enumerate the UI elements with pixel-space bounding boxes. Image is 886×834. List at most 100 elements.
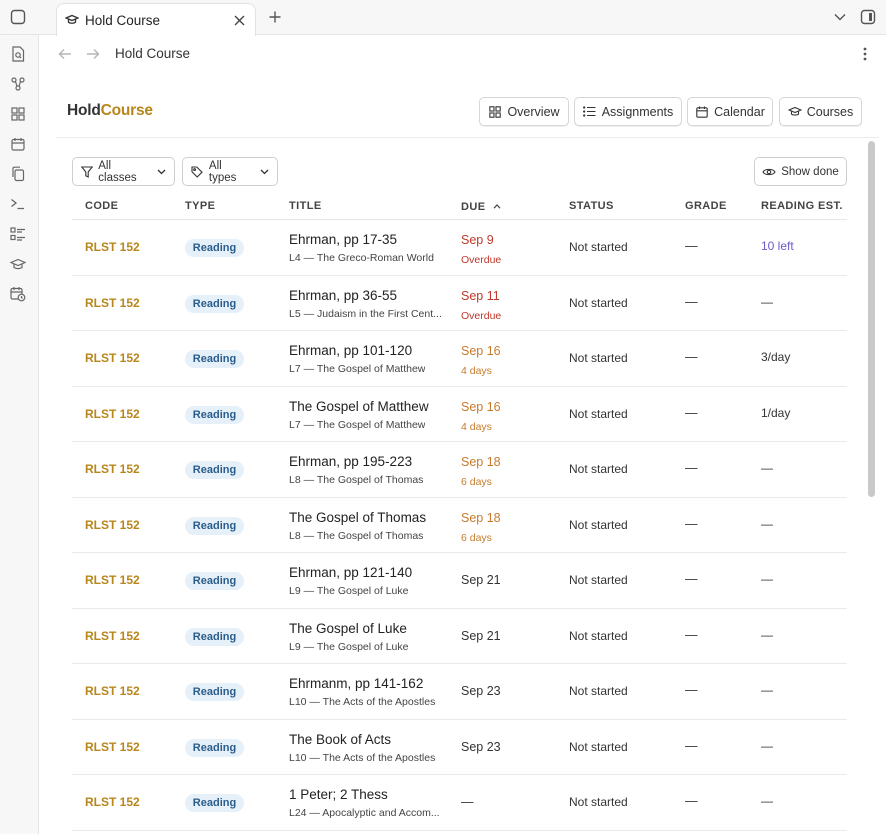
column-header-grade[interactable]: GRADE [685, 200, 727, 212]
assignments-button[interactable]: Assignments [574, 97, 682, 126]
tag-icon [191, 165, 204, 178]
table-row[interactable]: RLST 152 Reading Ehrman, pp 195-223 L8 — Th… [72, 442, 847, 498]
column-header-due[interactable]: DUE [461, 200, 501, 213]
reading-estimate: — [761, 627, 773, 642]
table-row[interactable]: RLST 152 Reading Ehrman, pp 36-55 L5 — Juda… [72, 276, 847, 331]
chevron-down-icon[interactable] [830, 7, 850, 27]
assignment-title[interactable]: The Book of Acts [289, 732, 391, 747]
course-code[interactable]: RLST 152 [85, 407, 140, 421]
tab-hold-course[interactable]: Hold Course [56, 3, 256, 36]
due-date: — [461, 795, 474, 809]
table-row[interactable]: RLST 152 Reading The Book of Acts L10 — The… [72, 720, 847, 775]
courses-button[interactable]: Courses [779, 97, 862, 126]
assignment-title[interactable]: Ehrman, pp 121-140 [289, 565, 412, 580]
status-value[interactable]: Not started [569, 629, 628, 643]
assignment-title[interactable]: Ehrman, pp 101-120 [289, 343, 412, 358]
course-code[interactable]: RLST 152 [85, 629, 140, 643]
status-value[interactable]: Not started [569, 795, 628, 809]
grade-value[interactable]: — [685, 461, 698, 475]
table-row[interactable]: RLST 152 Reading Ehrman, pp 121-140 L9 — Th… [72, 553, 847, 609]
due-relative: 4 days [461, 365, 492, 377]
table-row[interactable]: RLST 152 Reading Ehrman, pp 17-35 L4 — The … [72, 220, 847, 276]
status-value[interactable]: Not started [569, 351, 628, 365]
grade-value[interactable]: — [685, 628, 698, 642]
assignment-title[interactable]: Ehrmanm, pp 141-162 [289, 676, 423, 691]
course-code[interactable]: RLST 152 [85, 240, 140, 254]
table-row[interactable]: RLST 152 Reading Ehrmanm, pp 141-162 L10 — … [72, 664, 847, 720]
calendar-button[interactable]: Calendar [687, 97, 773, 126]
status-value[interactable]: Not started [569, 240, 628, 254]
course-code[interactable]: RLST 152 [85, 462, 140, 476]
show-done-button[interactable]: Show done [754, 157, 847, 186]
due-date: Sep 16 [461, 399, 501, 414]
due-date: Sep 18 [461, 510, 501, 525]
file-search-icon[interactable] [8, 44, 28, 64]
back-arrow-icon[interactable] [56, 45, 74, 63]
graduation-cap-icon[interactable] [8, 254, 28, 274]
grid-icon[interactable] [8, 104, 28, 124]
table-row[interactable]: RLST 152 Reading The Gospel of Luke L9 — Th… [72, 609, 847, 664]
assignment-title[interactable]: Ehrman, pp 195-223 [289, 454, 412, 469]
grade-value[interactable]: — [685, 406, 698, 420]
grade-value[interactable]: — [685, 350, 698, 364]
status-value[interactable]: Not started [569, 407, 628, 421]
column-header-title[interactable]: TITLE [289, 200, 322, 212]
table-row[interactable]: RLST 152 Reading The Gospel of Matthew L7 —… [72, 387, 847, 442]
grade-value[interactable]: — [685, 295, 698, 309]
table-row[interactable]: RLST 152 Reading The Gospel of Thomas L8 — … [72, 498, 847, 553]
new-tab-icon[interactable] [265, 7, 285, 27]
calendar-icon[interactable] [8, 134, 28, 154]
overview-button[interactable]: Overview [479, 97, 569, 126]
assignment-title[interactable]: Ehrman, pp 17-35 [289, 232, 397, 247]
assignment-title[interactable]: Ehrman, pp 36-55 [289, 288, 397, 303]
terminal-icon[interactable] [8, 194, 28, 214]
more-options-icon[interactable] [858, 45, 872, 63]
course-code[interactable]: RLST 152 [85, 740, 140, 754]
right-sidebar-toggle-icon[interactable] [858, 7, 878, 27]
calendar-clock-icon[interactable] [8, 284, 28, 304]
class-filter-dropdown[interactable]: All classes [72, 157, 175, 186]
column-header-type[interactable]: TYPE [185, 200, 215, 212]
status-value[interactable]: Not started [569, 740, 628, 754]
column-header-code[interactable]: CODE [85, 200, 118, 212]
grade-value[interactable]: — [685, 739, 698, 753]
due-date: Sep 21 [461, 573, 501, 587]
grade-value[interactable]: — [685, 239, 698, 253]
grade-value[interactable]: — [685, 572, 698, 586]
due-relative: Overdue [461, 254, 502, 266]
checklist-icon[interactable] [8, 224, 28, 244]
assignment-title[interactable]: The Gospel of Thomas [289, 510, 426, 525]
course-code[interactable]: RLST 152 [85, 351, 140, 365]
assignment-lecture: L7 — The Gospel of Matthew [289, 418, 426, 431]
reading-estimate: — [761, 683, 773, 697]
sidebar-toggle-icon[interactable] [8, 7, 28, 27]
status-value[interactable]: Not started [569, 573, 628, 587]
status-value[interactable]: Not started [569, 462, 628, 476]
course-code[interactable]: RLST 152 [85, 518, 140, 532]
status-value[interactable]: Not started [569, 296, 628, 310]
status-value[interactable]: Not started [569, 684, 628, 698]
course-code[interactable]: RLST 152 [85, 795, 140, 809]
copy-icon[interactable] [8, 164, 28, 184]
forward-arrow-icon[interactable] [84, 45, 102, 63]
assignment-title[interactable]: The Gospel of Luke [289, 621, 407, 636]
graph-view-icon[interactable] [8, 74, 28, 94]
course-code[interactable]: RLST 152 [85, 684, 140, 698]
table-row[interactable]: RLST 152 Reading Ehrman, pp 101-120 L7 — Th… [72, 331, 847, 387]
column-header-reading-est[interactable]: READING EST. [761, 200, 843, 212]
grade-value[interactable]: — [685, 517, 698, 531]
type-filter-dropdown[interactable]: All types [182, 157, 278, 186]
column-header-status[interactable]: STATUS [569, 200, 614, 212]
reading-estimate: — [761, 294, 773, 309]
grid-icon [488, 105, 502, 119]
assignment-title[interactable]: The Gospel of Matthew [289, 399, 429, 414]
course-code[interactable]: RLST 152 [85, 573, 140, 587]
status-value[interactable]: Not started [569, 518, 628, 532]
table-row[interactable]: RLST 152 Reading 1 Peter; 2 Thess L24 — Apo… [72, 775, 847, 831]
grade-value[interactable]: — [685, 794, 698, 808]
scrollbar[interactable] [868, 141, 875, 497]
close-tab-icon[interactable] [231, 12, 247, 28]
assignment-title[interactable]: 1 Peter; 2 Thess [289, 787, 388, 802]
grade-value[interactable]: — [685, 683, 698, 697]
course-code[interactable]: RLST 152 [85, 296, 140, 310]
